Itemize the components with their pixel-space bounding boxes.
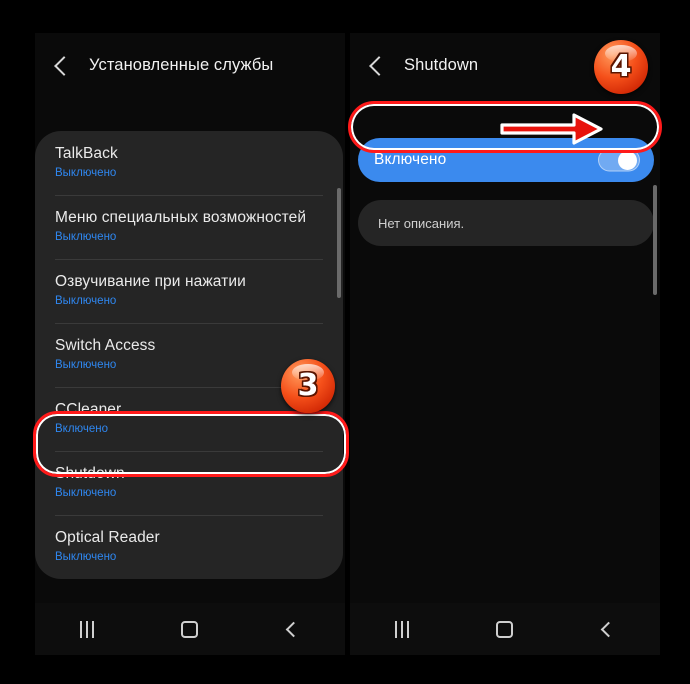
recents-button[interactable]	[372, 609, 432, 649]
service-name: TalkBack	[55, 145, 118, 162]
step-badge-3-label: 3	[297, 368, 319, 403]
back-button[interactable]	[263, 609, 323, 649]
description-text: Нет описания.	[378, 215, 465, 231]
right-navigation-bar	[350, 603, 660, 655]
list-item[interactable]: TalkBack Выключено	[35, 131, 343, 195]
service-name: Shutdown	[55, 465, 125, 482]
list-item[interactable]: Озвучивание при нажатии Выключено	[35, 259, 343, 323]
service-status: Выключено	[55, 359, 117, 371]
scrollbar[interactable]	[337, 188, 341, 298]
recents-icon	[394, 620, 409, 638]
service-name: Optical Reader	[55, 529, 160, 546]
left-title-bar: Установленные службы	[35, 33, 345, 98]
recents-button[interactable]	[57, 609, 117, 649]
service-status: Выключено	[55, 551, 117, 563]
page-title: Установленные службы	[89, 56, 274, 74]
toggle-label: Включено	[374, 151, 447, 168]
page-title: Shutdown	[404, 56, 479, 74]
service-status: Включено	[55, 423, 109, 435]
scrollbar[interactable]	[653, 185, 657, 295]
right-arrow-icon	[500, 113, 603, 145]
home-button[interactable]	[160, 609, 220, 649]
list-item[interactable]: Optical Reader Выключено	[35, 515, 343, 579]
service-name: Меню специальных возможностей	[55, 209, 307, 226]
service-name: CCleaner	[55, 401, 122, 418]
back-button[interactable]	[578, 609, 638, 649]
recents-icon	[79, 620, 94, 638]
back-icon	[285, 621, 302, 637]
back-icon	[600, 621, 617, 637]
back-chevron-icon[interactable]	[54, 55, 74, 76]
screenshot-stage: Установленные службы TalkBack Выключено …	[0, 0, 690, 684]
service-status: Выключено	[55, 295, 117, 307]
home-icon	[496, 620, 514, 638]
service-name: Switch Access	[55, 337, 156, 354]
step-badge-4-label: 4	[610, 49, 632, 84]
list-item-shutdown[interactable]: Shutdown Выключено	[35, 451, 343, 515]
step-badge-3: 3	[281, 359, 335, 413]
toggle-knob	[618, 150, 637, 170]
service-status: Выключено	[55, 167, 117, 179]
service-toggle-switch[interactable]	[598, 148, 640, 172]
left-phone-panel: Установленные службы TalkBack Выключено …	[35, 33, 345, 655]
home-button[interactable]	[475, 609, 535, 649]
service-name: Озвучивание при нажатии	[55, 273, 246, 290]
home-icon	[181, 620, 199, 638]
installed-services-list: TalkBack Выключено Меню специальных возм…	[35, 131, 343, 579]
step-badge-4: 4	[594, 40, 648, 94]
service-status: Выключено	[55, 231, 117, 243]
service-status: Выключено	[55, 487, 117, 499]
back-chevron-icon[interactable]	[369, 55, 389, 76]
left-navigation-bar	[35, 603, 345, 655]
list-item[interactable]: Меню специальных возможностей Выключено	[35, 195, 343, 259]
description-card: Нет описания.	[358, 200, 654, 246]
